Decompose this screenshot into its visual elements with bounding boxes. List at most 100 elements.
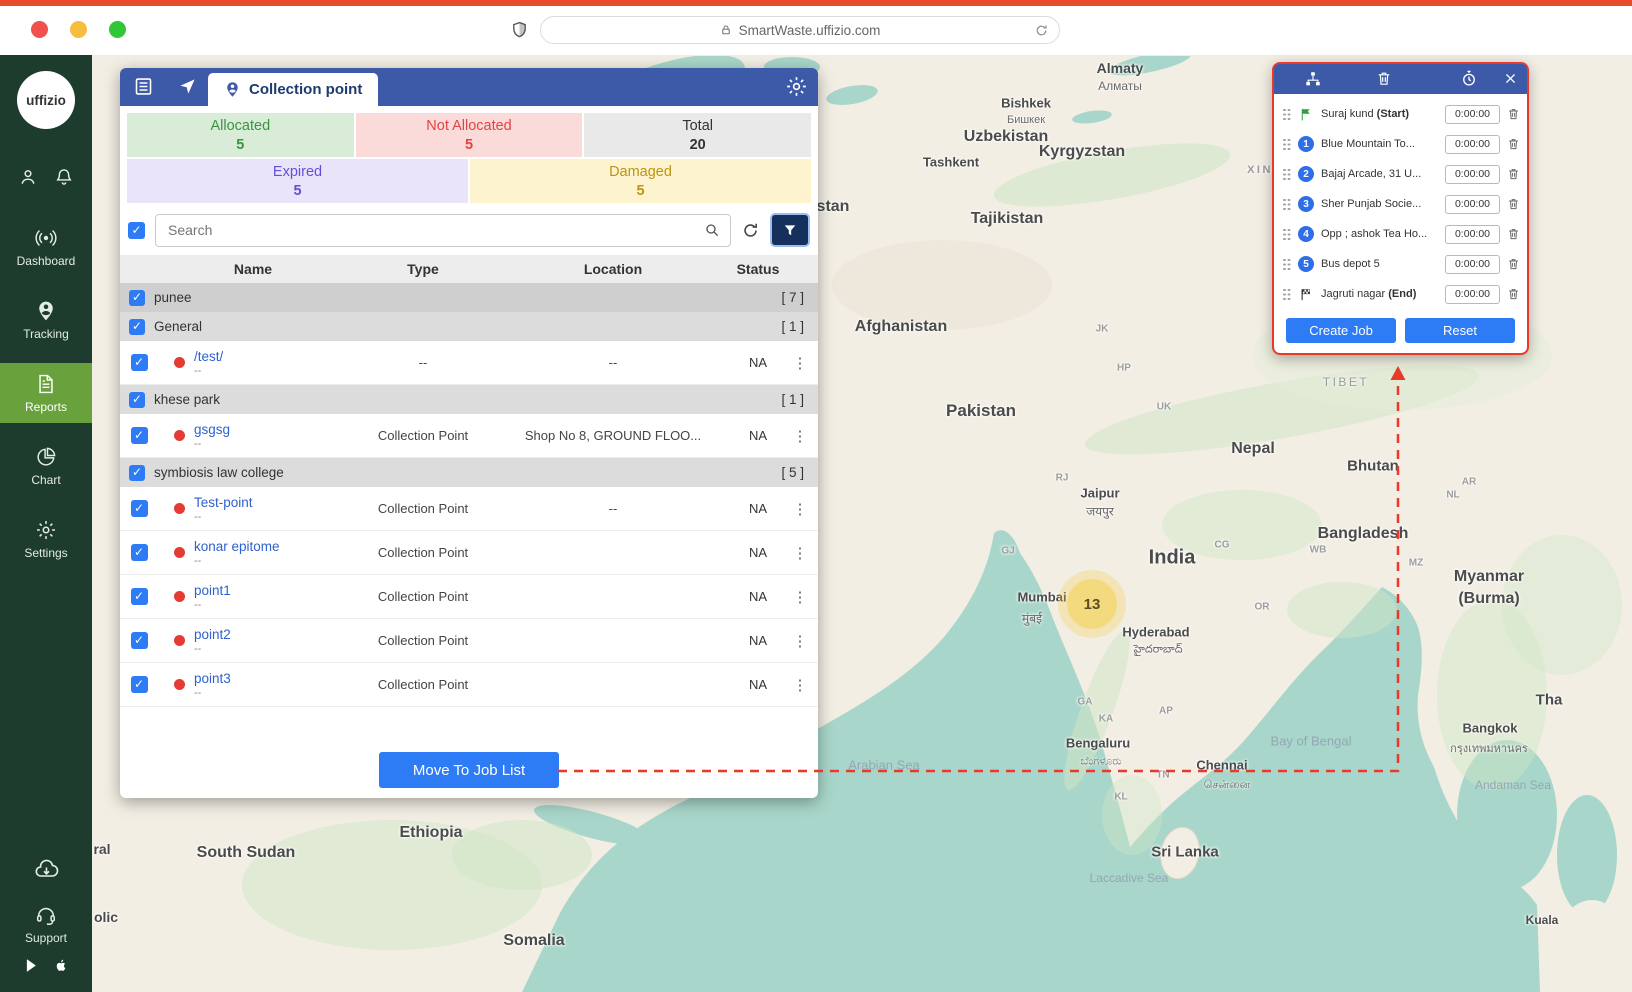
- column-header-status[interactable]: Status: [728, 261, 788, 277]
- stop-time-input[interactable]: 0:00:00: [1445, 255, 1500, 274]
- row-menu-button[interactable]: ⋮: [788, 588, 812, 606]
- close-icon[interactable]: [1503, 71, 1518, 86]
- stop-time-input[interactable]: 0:00:00: [1445, 195, 1500, 214]
- group-row[interactable]: ✓punee[ 7 ]: [120, 283, 818, 312]
- row-menu-button[interactable]: ⋮: [788, 427, 812, 445]
- sidebar-item-reports[interactable]: Reports: [0, 363, 92, 423]
- row-menu-button[interactable]: ⋮: [788, 676, 812, 694]
- google-play-icon[interactable]: [24, 957, 40, 974]
- map-cluster-marker[interactable]: 13: [1067, 579, 1117, 629]
- point-name-link[interactable]: konar epitome: [194, 539, 280, 554]
- drag-handle[interactable]: [1282, 288, 1291, 301]
- stop-time-input[interactable]: 0:00:00: [1445, 225, 1500, 244]
- stop-number: 3: [1298, 196, 1314, 212]
- row-menu-button[interactable]: ⋮: [788, 500, 812, 518]
- filter-button[interactable]: [770, 213, 810, 247]
- tab-collection-point[interactable]: Collection point: [208, 73, 378, 106]
- stop-time-input[interactable]: 0:00:00: [1445, 135, 1500, 154]
- refresh-icon[interactable]: [741, 221, 760, 240]
- row-checkbox[interactable]: ✓: [131, 588, 148, 605]
- column-header-type[interactable]: Type: [348, 261, 498, 277]
- sidebar-item-chart[interactable]: Chart: [0, 436, 92, 496]
- create-job-button[interactable]: Create Job: [1286, 318, 1396, 343]
- drag-handle[interactable]: [1282, 228, 1291, 241]
- group-checkbox[interactable]: ✓: [129, 290, 145, 306]
- gear-icon[interactable]: [785, 75, 808, 98]
- download-icon[interactable]: [33, 858, 60, 882]
- reset-button[interactable]: Reset: [1405, 318, 1515, 343]
- sidebar-item-tracking[interactable]: Tracking: [0, 290, 92, 350]
- row-checkbox[interactable]: ✓: [131, 500, 148, 517]
- group-checkbox[interactable]: ✓: [129, 319, 145, 335]
- navigation-arrow-icon[interactable]: [178, 77, 197, 96]
- map-label: AR: [1462, 477, 1476, 488]
- group-row[interactable]: ✓khese park[ 1 ]: [120, 385, 818, 414]
- row-menu-button[interactable]: ⋮: [788, 544, 812, 562]
- address-bar[interactable]: SmartWaste.uffizio.com: [540, 16, 1060, 44]
- drag-handle[interactable]: [1282, 198, 1291, 211]
- row-checkbox[interactable]: ✓: [131, 354, 148, 371]
- route-icon[interactable]: [1304, 70, 1322, 88]
- drag-handle[interactable]: [1282, 108, 1291, 121]
- notifications-icon[interactable]: [54, 167, 74, 187]
- move-to-job-list-button[interactable]: Move To Job List: [379, 752, 559, 788]
- row-menu-button[interactable]: ⋮: [788, 632, 812, 650]
- point-name-link[interactable]: Test-point: [194, 495, 253, 510]
- zoom-window-button[interactable]: [109, 21, 126, 38]
- stop-time-input[interactable]: 0:00:00: [1445, 285, 1500, 304]
- row-checkbox[interactable]: ✓: [131, 544, 148, 561]
- drag-handle[interactable]: [1282, 168, 1291, 181]
- delete-stop-button[interactable]: [1507, 107, 1520, 121]
- user-icon[interactable]: [18, 167, 38, 187]
- delete-stop-button[interactable]: [1507, 287, 1520, 301]
- delete-stop-button[interactable]: [1507, 137, 1520, 151]
- shield-icon[interactable]: [510, 19, 529, 41]
- close-window-button[interactable]: [31, 21, 48, 38]
- chart-icon: [35, 446, 57, 468]
- row-checkbox[interactable]: ✓: [131, 676, 148, 693]
- column-header-location[interactable]: Location: [498, 261, 728, 277]
- delete-stop-button[interactable]: [1507, 197, 1520, 211]
- map-label: olic: [94, 909, 118, 925]
- map-label: XIN: [1247, 164, 1273, 176]
- point-name-link[interactable]: point1: [194, 583, 231, 598]
- delete-stop-button[interactable]: [1507, 227, 1520, 241]
- group-row[interactable]: ✓General[ 1 ]: [120, 312, 818, 341]
- sidebar-quick-icons: [18, 167, 74, 187]
- point-name-link[interactable]: gsgsg: [194, 422, 230, 437]
- drag-handle[interactable]: [1282, 138, 1291, 151]
- search-icon[interactable]: [704, 222, 720, 238]
- row-menu-button[interactable]: ⋮: [788, 354, 812, 372]
- stop-time-input[interactable]: 0:00:00: [1445, 165, 1500, 184]
- stop-time-input[interactable]: 0:00:00: [1445, 105, 1500, 124]
- map-label: Arabian Sea: [848, 758, 920, 773]
- map-label: South Sudan: [197, 844, 296, 862]
- name-cell: point2--: [158, 627, 348, 655]
- search-input[interactable]: [166, 221, 696, 239]
- delete-stop-button[interactable]: [1507, 167, 1520, 181]
- drag-handle[interactable]: [1282, 258, 1291, 271]
- apple-icon[interactable]: [53, 957, 69, 974]
- point-name-link[interactable]: point2: [194, 627, 231, 642]
- sidebar-item-dashboard[interactable]: Dashboard: [0, 217, 92, 277]
- app-logo[interactable]: uffizio: [17, 71, 75, 129]
- row-checkbox[interactable]: ✓: [131, 632, 148, 649]
- sidebar-item-label: Tracking: [23, 327, 69, 341]
- reload-icon[interactable]: [1034, 23, 1049, 38]
- row-checkbox[interactable]: ✓: [131, 427, 148, 444]
- sidebar-item-settings[interactable]: Settings: [0, 509, 92, 569]
- point-name-link[interactable]: point3: [194, 671, 231, 686]
- group-checkbox[interactable]: ✓: [129, 465, 145, 481]
- sidebar-item-support[interactable]: Support: [25, 904, 67, 945]
- timer-icon[interactable]: [1460, 69, 1478, 88]
- select-all-checkbox[interactable]: ✓: [128, 222, 145, 239]
- group-checkbox[interactable]: ✓: [129, 392, 145, 408]
- list-icon[interactable]: [133, 76, 154, 97]
- minimize-window-button[interactable]: [70, 21, 87, 38]
- point-name-link[interactable]: /test/: [194, 349, 223, 364]
- delete-stop-button[interactable]: [1507, 257, 1520, 271]
- column-header-name[interactable]: Name: [158, 261, 348, 277]
- group-row[interactable]: ✓symbiosis law college[ 5 ]: [120, 458, 818, 487]
- clear-all-trash-icon[interactable]: [1376, 70, 1392, 87]
- map-label: ಬೆಂಗಳೂರು: [1080, 756, 1121, 769]
